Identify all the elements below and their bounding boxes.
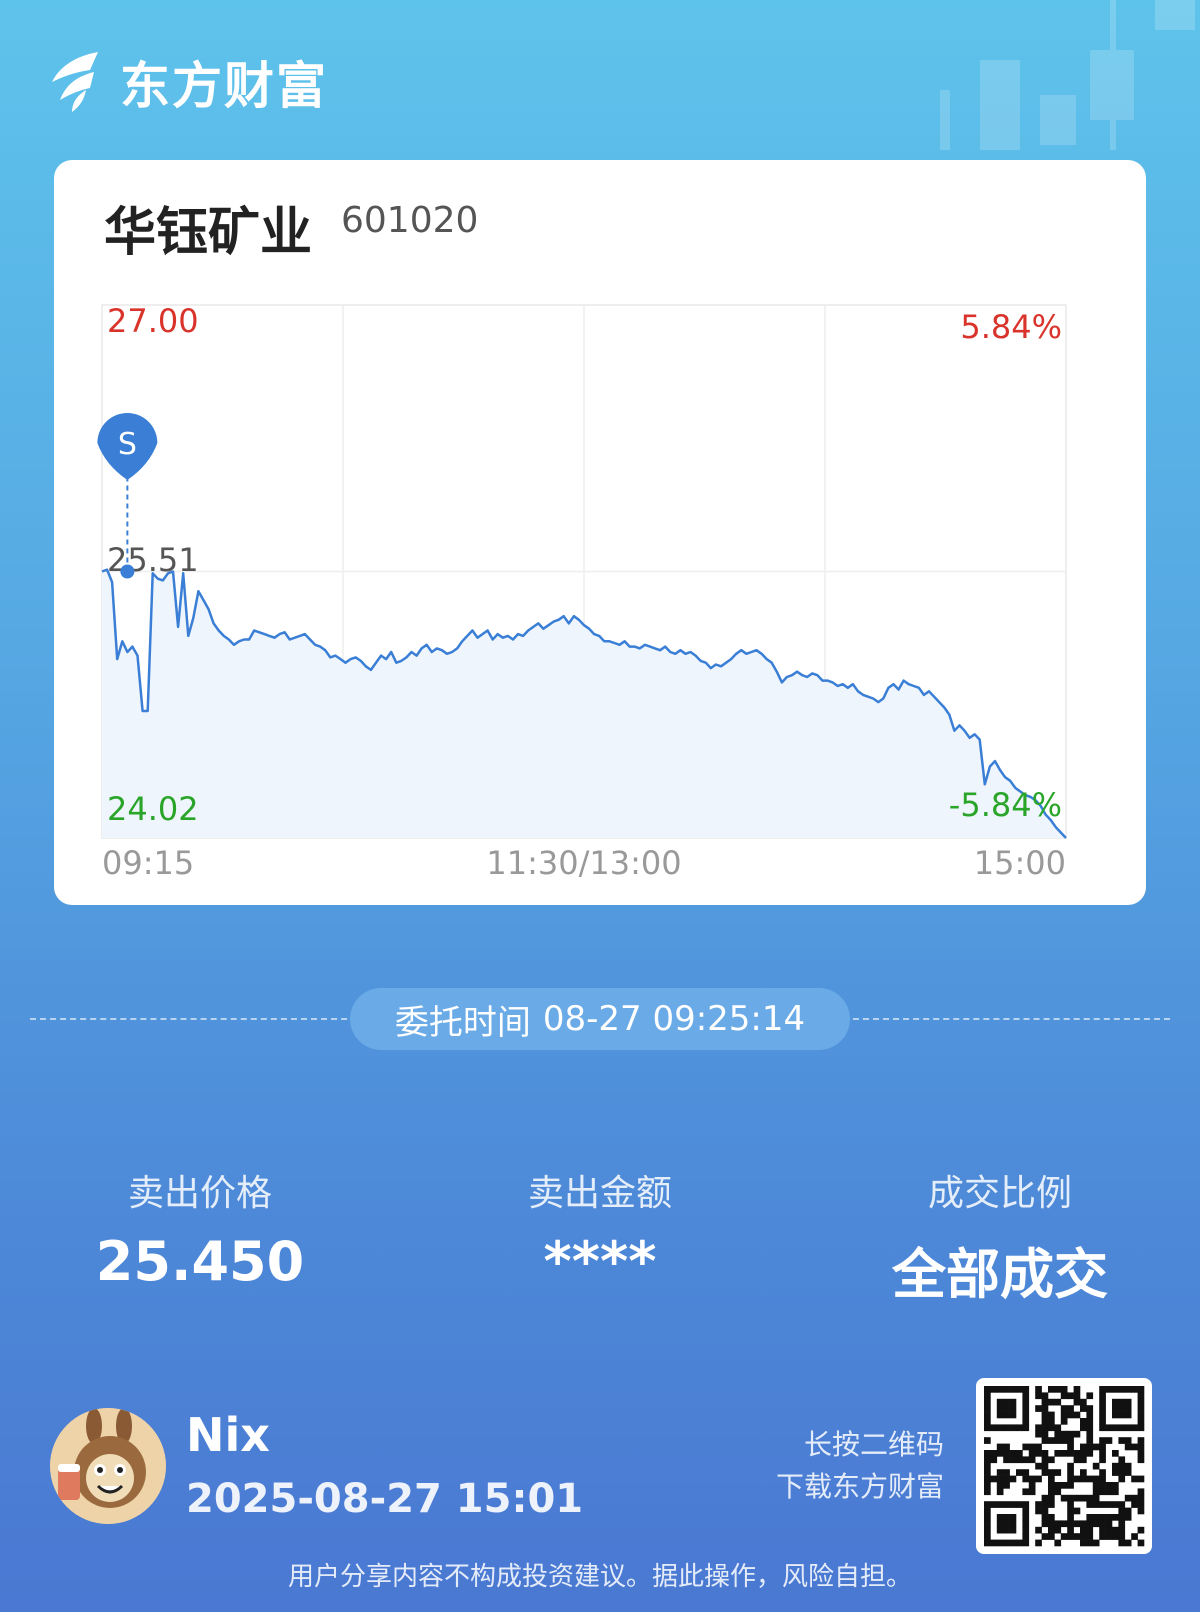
sell-amount-stat: 卖出金额 **** — [450, 1164, 750, 1293]
avatar-icon-art — [50, 1408, 166, 1524]
background-candlestick-decoration — [940, 0, 1195, 150]
fill-ratio-stat: 成交比例 全部成交 — [850, 1164, 1150, 1309]
stock-chart-card: 华钰矿业 601020 27.00 5.84% 25.51 24.02 -5.84% 09… — [54, 160, 1146, 905]
x-label-end: 15:00 — [974, 844, 1066, 882]
sell-price-label: 卖出价格 — [127, 1173, 272, 1214]
qr-code-pattern — [984, 1386, 1145, 1547]
sell-amount-label: 卖出金额 — [527, 1173, 672, 1214]
x-label-start: 09:15 — [102, 844, 194, 882]
eastmoney-logo-icon — [52, 52, 98, 112]
sell-amount-value: **** — [543, 1230, 657, 1293]
disclaimer: 用户分享内容不构成投资建议。据此操作，风险自担。 — [287, 1562, 912, 1592]
pct-max-label: 5.84% — [960, 308, 1062, 346]
avatar-icon[interactable] — [50, 1408, 166, 1524]
order-time-label: 委托时间 — [394, 1002, 531, 1043]
pct-min-label: -5.84% — [949, 786, 1062, 824]
qr-hint-line2: 下载东方财富 — [775, 1470, 944, 1503]
sell-price-value: 25.450 — [95, 1230, 305, 1293]
intraday-price-chart: 27.00 5.84%25.5124.02 -5.84%09:15 11:30/13:… — [97, 302, 1067, 882]
fill-ratio-value: 全部成交 — [892, 1243, 1108, 1306]
y-min-label: 24.02 — [107, 790, 199, 828]
qr-hint-line1: 长按二维码 — [803, 1428, 944, 1461]
x-label-mid: 11:30/13:00 — [486, 844, 681, 882]
sell-marker-label: S — [118, 427, 137, 462]
share-timestamp: 2025-08-27 15:01 — [186, 1476, 584, 1522]
qr-hint: 长按二维码 下载东方财富 — [776, 1424, 944, 1508]
brand-header: 东方财富 — [46, 46, 328, 118]
order-time-value: 08-27 09:25:14 — [542, 999, 806, 1039]
user-name: Nix — [186, 1408, 270, 1462]
fill-ratio-label: 成交比例 — [927, 1173, 1072, 1214]
qr-code-icon[interactable] — [976, 1378, 1152, 1554]
sell-price-stat: 卖出价格 25.450 — [50, 1164, 350, 1293]
y-max-label: 27.00 — [107, 302, 199, 340]
brand-name: 东方财富 — [120, 57, 328, 115]
order-time-pill: 委托时间 08-27 09:25:14 — [350, 988, 850, 1050]
sell-marker-dot — [120, 564, 135, 579]
